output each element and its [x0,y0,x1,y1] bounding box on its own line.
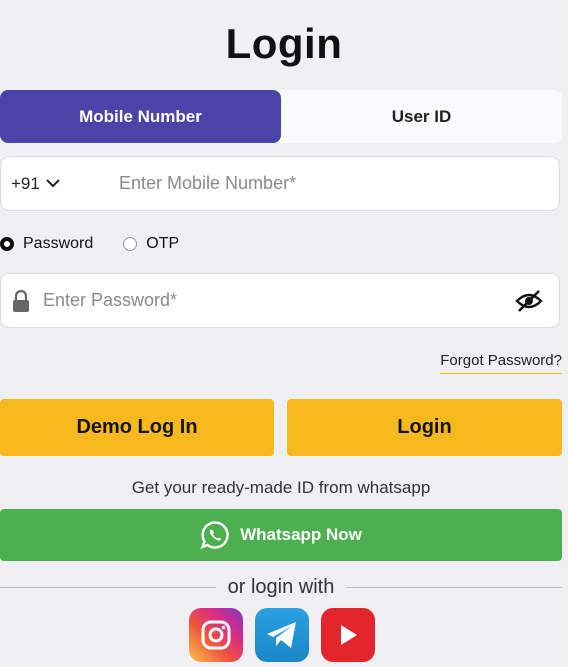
chevron-down-icon [46,179,60,188]
mobile-field: +91 [0,156,560,211]
tab-user-id[interactable]: User ID [281,90,562,143]
password-field [0,273,560,328]
lock-icon [0,289,43,312]
divider-line [346,587,562,588]
social-divider: or login with [0,576,562,599]
radio-unselected-icon [123,237,138,251]
country-code-select[interactable]: +91 [1,174,119,194]
radio-otp[interactable]: OTP [123,235,179,253]
radio-otp-label: OTP [146,235,180,252]
country-code-value: +91 [11,173,40,193]
forgot-password-link[interactable]: Forgot Password? [440,352,562,374]
radio-password[interactable]: Password [0,235,93,253]
eye-slash-icon[interactable] [507,289,551,312]
tab-mobile-number[interactable]: Mobile Number [0,90,281,143]
auth-mode-radio-group: Password OTP [0,235,209,253]
divider-text: or login with [227,576,335,598]
social-login-row [189,608,375,662]
whatsapp-promo-text: Get your ready-made ID from whatsapp [131,478,431,497]
radio-selected-icon [0,237,14,251]
login-method-tabs: Mobile Number User ID [0,90,562,143]
radio-password-label: Password [23,235,94,252]
whatsapp-icon [200,521,229,550]
mobile-number-input[interactable] [119,173,559,194]
login-button[interactable]: Login [287,399,562,456]
page-title: Login [225,20,343,67]
instagram-icon[interactable] [189,608,243,662]
divider-line [0,587,216,588]
youtube-icon[interactable] [321,608,375,662]
whatsapp-now-button[interactable]: Whatsapp Now [0,509,562,561]
whatsapp-now-label: Whatsapp Now [240,525,362,544]
demo-login-button[interactable]: Demo Log In [0,399,274,456]
telegram-icon[interactable] [255,608,309,662]
password-input[interactable] [43,290,507,311]
